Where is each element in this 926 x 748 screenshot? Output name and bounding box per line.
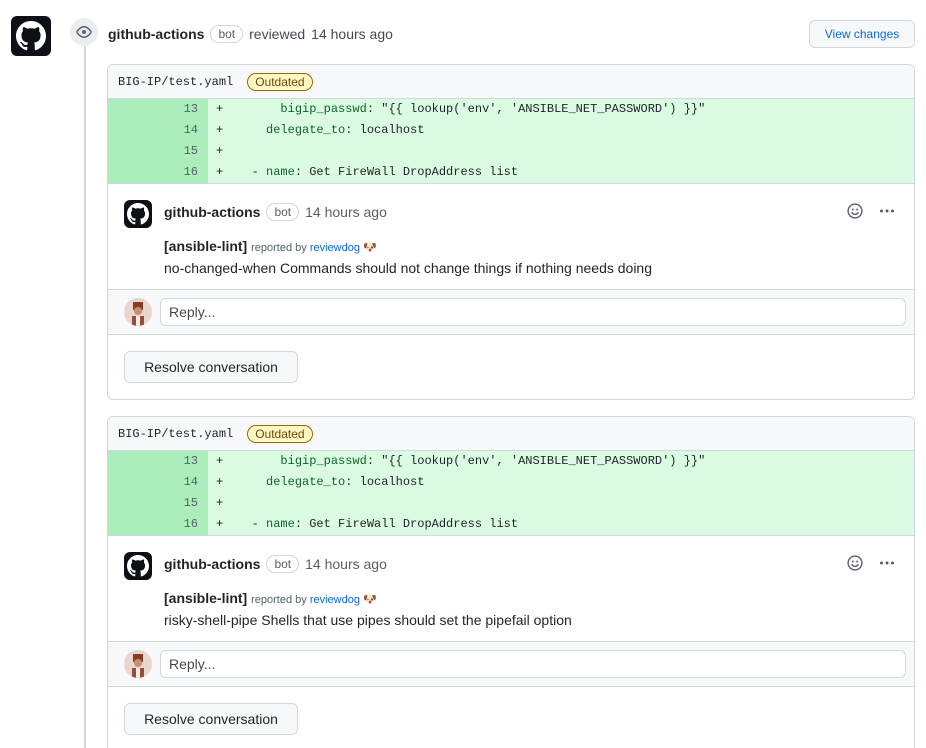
add-reaction-button[interactable] [846, 554, 864, 572]
resolve-area: Resolve conversation [108, 687, 914, 748]
comment-message: no-changed-when Commands should not chan… [164, 260, 653, 276]
resolve-area: Resolve conversation [108, 335, 914, 399]
reply-input[interactable] [160, 650, 906, 678]
timeline-line [84, 46, 86, 748]
review-header: github-actions bot reviewed 14 hours ago [108, 24, 393, 44]
reply-row [108, 642, 914, 687]
line-number[interactable]: 13 [108, 451, 208, 472]
bot-badge: bot [210, 25, 244, 43]
file-path-link[interactable]: BIG-IP/test.yaml [118, 75, 233, 89]
line-number[interactable]: 15 [108, 141, 208, 162]
user-avatar-image [124, 650, 152, 678]
github-icon [127, 555, 149, 577]
reviewdog-link[interactable]: reviewdog [310, 594, 360, 606]
diff-hunk: 13 + bigip_passwd: "{{ lookup('env', 'AN… [108, 99, 914, 184]
resolve-conversation-button[interactable]: Resolve conversation [124, 351, 298, 383]
comment-actions [846, 202, 896, 220]
reply-input[interactable] [160, 298, 906, 326]
dog-emoji-icon: 🐶 [363, 242, 377, 254]
more-options-button[interactable] [878, 554, 896, 572]
eye-icon [76, 26, 92, 38]
reported-by: reported by reviewdog 🐶 [251, 594, 377, 606]
smiley-icon [847, 555, 863, 571]
user-avatar-image [124, 298, 152, 326]
review-thread: BIG-IP/test.yaml Outdated 13 + bigip_pas… [107, 416, 915, 748]
line-number[interactable]: 13 [108, 99, 208, 120]
comment-actions [846, 554, 896, 572]
review-time[interactable]: 14 hours ago [311, 26, 393, 42]
comment-message: risky-shell-pipe Shells that use pipes s… [164, 612, 572, 628]
comment-avatar[interactable] [124, 200, 152, 228]
kebab-horizontal-icon [880, 561, 894, 565]
kebab-horizontal-icon [880, 209, 894, 213]
line-number[interactable]: 16 [108, 162, 208, 183]
diff-line: 16 + - name: Get FireWall DropAddress li… [108, 514, 914, 535]
more-options-button[interactable] [878, 202, 896, 220]
line-number[interactable]: 16 [108, 514, 208, 535]
comment-avatar[interactable] [124, 552, 152, 580]
file-path-link[interactable]: BIG-IP/test.yaml [118, 427, 233, 441]
diff-line: 13 + bigip_passwd: "{{ lookup('env', 'AN… [108, 451, 914, 472]
comment-body: [ansible-lint] reported by reviewdog 🐶 r… [164, 588, 572, 630]
view-changes-button[interactable]: View changes [809, 20, 915, 48]
comment-author-link[interactable]: github-actions [164, 556, 260, 572]
github-icon [16, 21, 46, 51]
diff-line: 14 + delegate_to: localhost [108, 120, 914, 141]
bot-badge: bot [266, 203, 300, 221]
comment-header: github-actions bot 14 hours ago [164, 555, 387, 573]
bot-badge: bot [266, 555, 300, 573]
reply-row [108, 290, 914, 335]
review-author-link[interactable]: github-actions [108, 26, 204, 42]
github-actions-avatar[interactable] [11, 16, 51, 56]
review-comment: github-actions bot 14 hours ago [ansible… [108, 184, 914, 290]
diff-line: 15 + [108, 493, 914, 514]
review-comment: github-actions bot 14 hours ago [ansible… [108, 536, 914, 642]
review-thread: BIG-IP/test.yaml Outdated 13 + bigip_pas… [107, 64, 915, 400]
github-icon [127, 203, 149, 225]
user-avatar[interactable] [124, 650, 152, 678]
outdated-badge: Outdated [247, 424, 313, 443]
comment-body: [ansible-lint] reported by reviewdog 🐶 n… [164, 236, 652, 278]
diff-line: 14 + delegate_to: localhost [108, 472, 914, 493]
diff-line: 13 + bigip_passwd: "{{ lookup('env', 'AN… [108, 99, 914, 120]
lint-tag: [ansible-lint] [164, 238, 248, 254]
dog-emoji-icon: 🐶 [363, 594, 377, 606]
review-badge [70, 18, 98, 46]
smiley-icon [847, 203, 863, 219]
outdated-badge: Outdated [247, 72, 313, 91]
diff-line: 16 + - name: Get FireWall DropAddress li… [108, 162, 914, 183]
add-reaction-button[interactable] [846, 202, 864, 220]
diff-hunk: 13 + bigip_passwd: "{{ lookup('env', 'AN… [108, 451, 914, 536]
line-number[interactable]: 14 [108, 472, 208, 493]
comment-time[interactable]: 14 hours ago [305, 556, 387, 572]
line-number[interactable]: 15 [108, 493, 208, 514]
comment-time[interactable]: 14 hours ago [305, 204, 387, 220]
user-avatar[interactable] [124, 298, 152, 326]
comment-author-link[interactable]: github-actions [164, 204, 260, 220]
diff-line: 15 + [108, 141, 914, 162]
reported-by: reported by reviewdog 🐶 [251, 242, 377, 254]
line-number[interactable]: 14 [108, 120, 208, 141]
reviewdog-link[interactable]: reviewdog [310, 242, 360, 254]
file-header: BIG-IP/test.yaml Outdated [108, 417, 914, 451]
review-action: reviewed [249, 26, 306, 42]
resolve-conversation-button[interactable]: Resolve conversation [124, 703, 298, 735]
comment-header: github-actions bot 14 hours ago [164, 203, 387, 221]
lint-tag: [ansible-lint] [164, 590, 248, 606]
file-header: BIG-IP/test.yaml Outdated [108, 65, 914, 99]
